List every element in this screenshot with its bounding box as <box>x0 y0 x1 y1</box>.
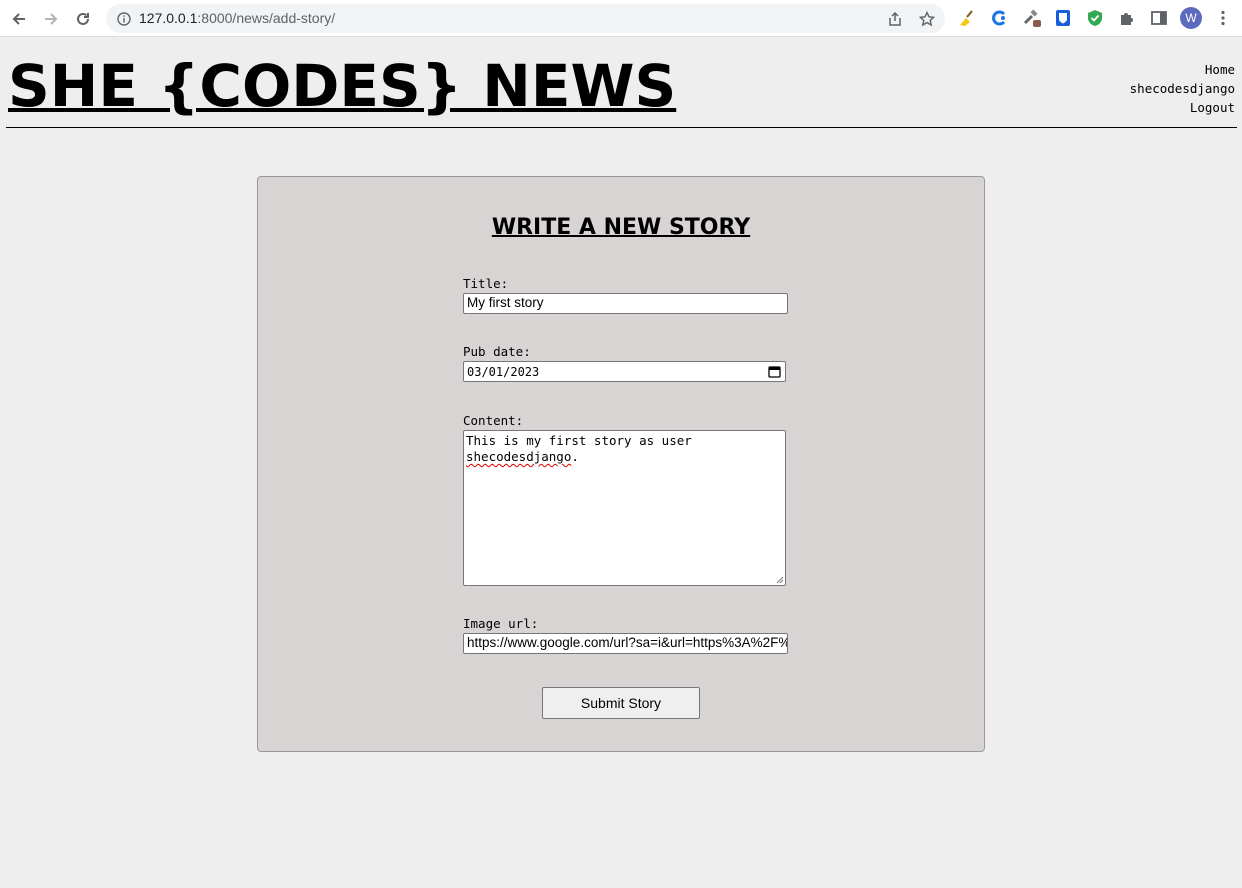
c-extension-icon[interactable] <box>989 8 1009 28</box>
add-story-form: WRITE A NEW STORY Title: My first story … <box>257 176 985 752</box>
site-info-icon[interactable] <box>116 11 131 26</box>
form-heading: WRITE A NEW STORY <box>491 215 751 240</box>
pub-date-label: Pub date: <box>463 344 531 359</box>
site-title[interactable]: SHE {CODES} NEWS <box>8 52 676 120</box>
hammer-extension-icon[interactable] <box>1021 8 1041 28</box>
resize-grip-icon[interactable] <box>775 575 784 584</box>
forward-button[interactable] <box>38 6 64 32</box>
header-divider <box>6 127 1237 128</box>
content-textarea[interactable]: This is my first story as user shecodesd… <box>463 430 786 586</box>
side-panel-icon[interactable] <box>1149 8 1169 28</box>
calendar-icon[interactable] <box>768 365 781 378</box>
nav-logout-link[interactable]: Logout <box>1130 98 1235 117</box>
nav-username-link[interactable]: shecodesdjango <box>1130 79 1235 98</box>
address-bar[interactable]: 127.0.0.1:8000/news/add-story/ <box>106 4 945 33</box>
top-nav: Home shecodesdjango Logout <box>1130 60 1235 117</box>
image-url-label: Image url: <box>463 616 539 631</box>
content-label: Content: <box>463 413 524 428</box>
bitwarden-extension-icon[interactable] <box>1053 8 1073 28</box>
content-line: shecodesdjango. <box>466 449 579 464</box>
reload-button[interactable] <box>70 6 96 32</box>
image-url-input[interactable]: https://www.google.com/url?sa=i&url=http… <box>463 633 788 654</box>
title-input[interactable]: My first story <box>463 293 788 314</box>
browser-toolbar: 127.0.0.1:8000/news/add-story/ W <box>0 0 1242 37</box>
reload-icon <box>77 12 89 25</box>
content-line: This is my first story as user <box>466 433 692 448</box>
pub-date-value: 03/01/2023 <box>467 365 540 379</box>
url-text: 127.0.0.1:8000/news/add-story/ <box>139 10 336 26</box>
nav-home-link[interactable]: Home <box>1130 60 1235 79</box>
profile-avatar[interactable]: W <box>1180 7 1202 29</box>
bookmark-star-icon[interactable] <box>918 10 936 28</box>
arrow-right-icon <box>45 13 58 25</box>
back-button[interactable] <box>6 6 32 32</box>
spellcheck-word: shecodesdjango <box>466 449 572 464</box>
broom-extension-icon[interactable] <box>956 8 976 28</box>
puzzle-extensions-icon[interactable] <box>1117 8 1137 28</box>
arrow-left-icon <box>12 13 25 25</box>
kebab-menu-icon[interactable] <box>1213 8 1233 28</box>
pub-date-input[interactable]: 03/01/2023 <box>463 361 786 382</box>
title-label: Title: <box>463 276 509 291</box>
shield-extension-icon[interactable] <box>1085 8 1105 28</box>
share-icon[interactable] <box>886 10 904 28</box>
submit-story-button[interactable]: Submit Story <box>542 687 700 719</box>
